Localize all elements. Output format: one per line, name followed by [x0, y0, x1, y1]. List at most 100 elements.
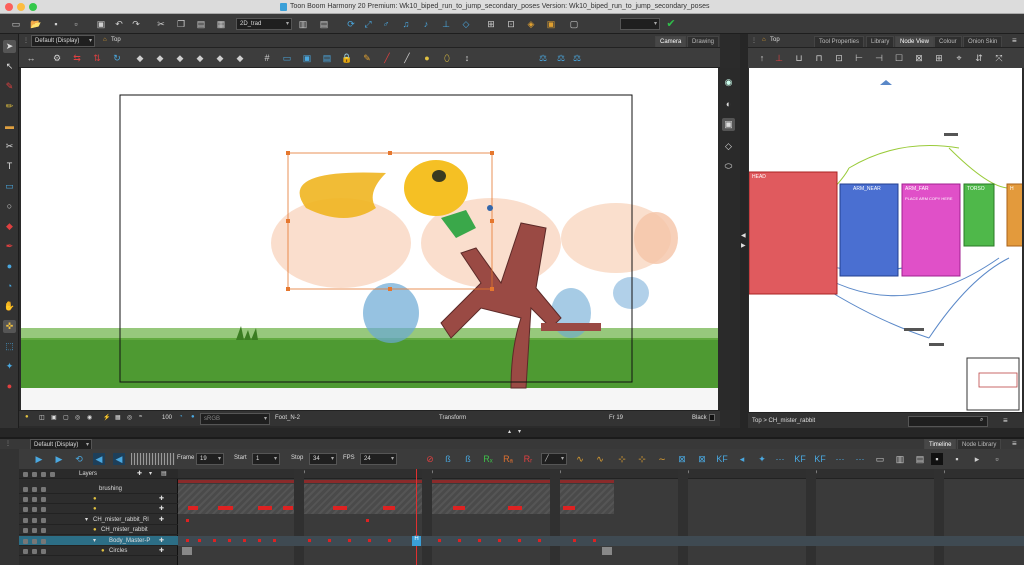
keyframe[interactable] — [283, 506, 293, 510]
oval-icon[interactable]: ⬯ — [441, 52, 453, 64]
node-enable-icon[interactable]: ☐ — [893, 52, 905, 64]
transform-handle-tr[interactable] — [490, 151, 494, 155]
add-layer-icon[interactable]: ✚ — [137, 469, 142, 479]
transform-handle-mr[interactable] — [490, 219, 494, 223]
keyframe[interactable] — [186, 539, 189, 542]
light-icon[interactable]: ◉ — [87, 414, 92, 421]
shade-icon[interactable]: ▣ — [51, 414, 57, 421]
expand-chevron-icon[interactable]: ▾ — [85, 515, 88, 525]
layer-visibility-icon-3[interactable]: ◆ — [174, 52, 186, 64]
layer-visibility-icon-4[interactable]: ◆ — [194, 52, 206, 64]
node-options-icon[interactable]: ≡ — [1003, 416, 1008, 425]
layer-add-icon[interactable]: ✚ — [159, 504, 164, 514]
keyframe[interactable] — [368, 539, 371, 542]
keyframe[interactable] — [308, 539, 311, 542]
playback-icon[interactable]: ♫ — [400, 18, 412, 30]
camera-viewport[interactable] — [21, 68, 718, 410]
node-graph[interactable]: HEAD ARM_NEAR ARM_FAR PLACE ARM COPY HER… — [749, 68, 1022, 412]
transform-handle-tc[interactable] — [388, 151, 392, 155]
node-composite-icon[interactable]: ⊔ — [793, 52, 805, 64]
bolt-icon[interactable]: ⚡ — [103, 414, 110, 421]
layer-visibility-icon-5[interactable]: ◆ — [214, 52, 226, 64]
rotate-view-icon[interactable]: ⟳ — [345, 18, 357, 30]
eye-icon[interactable]: ◎ — [127, 414, 132, 421]
zoom-level[interactable]: 100 — [162, 415, 172, 421]
layer-row[interactable]: ● Circles ✚ — [19, 546, 178, 556]
remove-layer-icon[interactable]: ▾ — [149, 469, 152, 479]
tab-onion-skin[interactable]: Onion Skin — [963, 36, 1003, 47]
sound-icon[interactable]: ◀ — [93, 453, 105, 465]
brush-preset-icon[interactable]: ● — [421, 52, 433, 64]
tab-colour[interactable]: Colour — [934, 36, 962, 47]
panel-splitter[interactable]: ◀ ▶ — [740, 34, 748, 429]
grid-toggle-icon[interactable]: ⊞ — [485, 18, 497, 30]
frame-input[interactable]: 19 — [196, 453, 224, 465]
top-view-icon[interactable]: ⬭ — [722, 160, 735, 173]
camera-breadcrumb[interactable]: Top — [111, 37, 121, 43]
open-scene-icon[interactable]: 📂 — [30, 18, 42, 30]
keyframe[interactable] — [538, 539, 541, 542]
transform-handle-bc[interactable] — [388, 287, 392, 291]
layer-row[interactable]: ● CH_mister_rabbit — [19, 525, 178, 535]
import-icon[interactable]: ▣ — [95, 18, 107, 30]
group-arm-near[interactable] — [839, 183, 899, 277]
loop-icon[interactable]: ⟲ — [73, 453, 85, 465]
rectangle-tool-icon[interactable]: ▭ — [3, 180, 16, 193]
layer-row[interactable]: brushing — [19, 484, 178, 494]
set-key-icon[interactable]: ⊠ — [676, 453, 688, 465]
key-add-icon[interactable]: ⊹ — [616, 453, 628, 465]
timeline-menu-icon[interactable]: ≡ — [1012, 439, 1017, 448]
pencil-tool-icon[interactable]: ✏ — [3, 100, 16, 113]
bulb-icon[interactable]: ● — [25, 414, 29, 420]
camera-view-toggle-icon[interactable]: ◉ — [722, 76, 735, 89]
drawing-cell[interactable] — [182, 547, 192, 555]
save-as-icon[interactable]: ▫ — [70, 18, 82, 30]
ease-curve-icon[interactable]: ∼ — [656, 453, 668, 465]
node-navigator-minimap[interactable] — [966, 357, 1020, 411]
top-node-icon[interactable] — [880, 80, 892, 85]
harmony-go-icon[interactable]: ✔ — [665, 18, 677, 30]
animate-icon[interactable]: ß — [442, 453, 454, 465]
pan-icon[interactable]: ↕ — [461, 52, 473, 64]
minimize-window-button[interactable] — [17, 3, 25, 11]
node-cutter-icon[interactable]: ⊣ — [873, 52, 885, 64]
layer-row[interactable]: ● ✚ — [19, 504, 178, 514]
collapse-right-icon[interactable]: ▶ — [741, 242, 746, 249]
expand-up-icon[interactable]: ▴ — [508, 428, 511, 435]
cut-icon[interactable]: ✂ — [155, 18, 167, 30]
delete-key-icon[interactable]: ⊠ — [696, 453, 708, 465]
transform-tool-icon[interactable]: ✜ — [3, 320, 16, 333]
preview-icon[interactable]: ▤ — [321, 52, 333, 64]
keyframe[interactable] — [498, 539, 501, 542]
copy-icon[interactable]: ❐ — [175, 18, 187, 30]
reset-view-icon[interactable]: ↔ — [25, 52, 37, 64]
3d-cube-icon[interactable]: ▣ — [722, 118, 735, 131]
keyframe[interactable] — [518, 539, 521, 542]
redo-icon[interactable]: ↷ — [130, 18, 142, 30]
keyframe[interactable] — [258, 539, 261, 542]
move-view-icon[interactable]: ♂ — [380, 18, 392, 30]
keyframe[interactable] — [258, 506, 272, 510]
node-peg-icon[interactable]: ⊥ — [773, 52, 785, 64]
keyframe[interactable] — [213, 539, 216, 542]
node-stretch-icon[interactable]: ⤧ — [993, 52, 1005, 64]
drawing-cell[interactable] — [602, 547, 612, 555]
rr-icon[interactable]: Rᵣ — [522, 453, 534, 465]
keyframe[interactable] — [593, 539, 596, 542]
layer-add-icon[interactable]: ✚ — [159, 494, 164, 504]
workspace-combo[interactable]: 2D_trad — [236, 18, 292, 30]
layer-add-icon[interactable]: ✚ — [159, 515, 164, 525]
node-disable-icon[interactable]: ⊠ — [913, 52, 925, 64]
cell-icon[interactable]: ▭ — [874, 453, 886, 465]
layer-visibility-icon-1[interactable]: ◆ — [134, 52, 146, 64]
layer-props-icon[interactable]: ▤ — [161, 469, 167, 479]
expand-chevron-icon[interactable]: ▾ — [93, 536, 96, 546]
delete-icon[interactable]: ▦ — [215, 18, 227, 30]
layer-name[interactable]: Circles — [109, 546, 127, 556]
keyframe[interactable] — [388, 539, 391, 542]
play-icon[interactable]: ▶ — [33, 453, 45, 465]
keyframe[interactable] — [188, 506, 198, 510]
kf-icon-5[interactable]: ⋯ — [854, 453, 866, 465]
deform-icon[interactable]: ◇ — [460, 18, 472, 30]
line-icon[interactable]: ╱ — [401, 52, 413, 64]
